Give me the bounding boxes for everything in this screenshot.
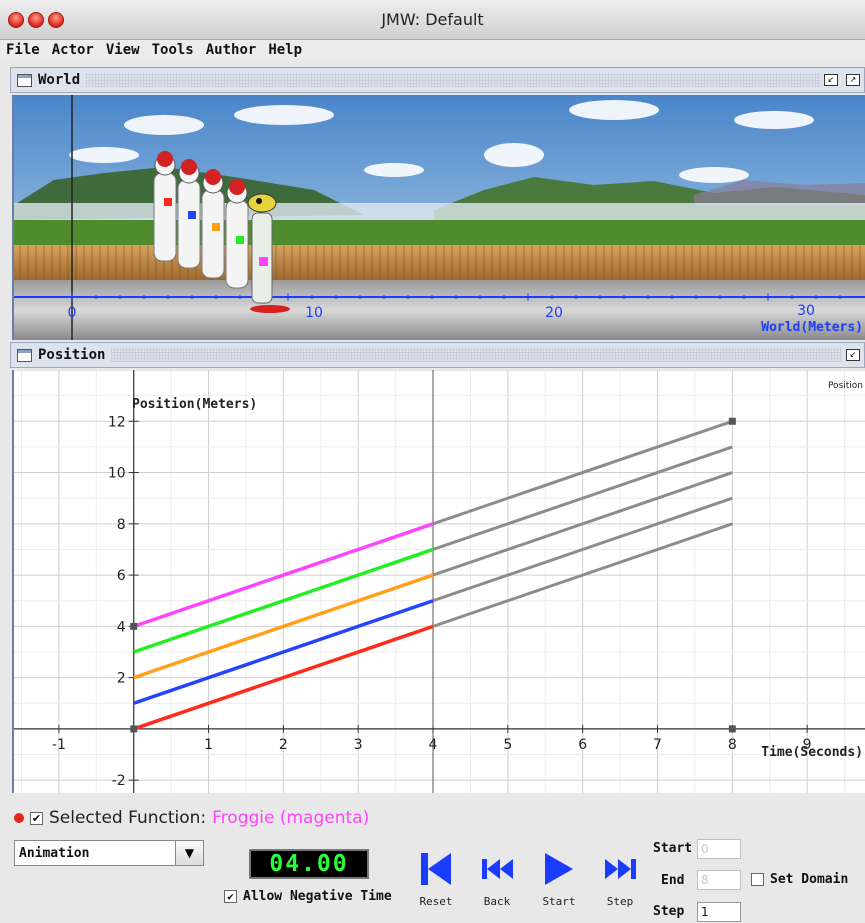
step-button[interactable]: Step — [595, 851, 645, 908]
x-tick-label: 4 — [429, 737, 438, 753]
start-button[interactable]: Start — [534, 851, 584, 908]
legend-position: Position — [828, 381, 863, 391]
reset-icon — [421, 853, 451, 885]
window-title: JMW: Default — [381, 10, 484, 29]
x-tick-label: 7 — [653, 737, 662, 753]
set-domain-checkbox[interactable] — [751, 873, 764, 886]
road — [14, 280, 865, 340]
allow-negative-row: ✔ Allow Negative Time — [224, 889, 392, 904]
world-tick-20: 20 — [545, 305, 563, 321]
chart-grid — [14, 370, 865, 793]
menu-tools[interactable]: Tools — [146, 42, 200, 58]
world-scene: 0 10 20 30 World(Meters) — [14, 95, 865, 340]
position-frame-title: Position — [38, 347, 106, 363]
title-stripes — [111, 348, 842, 362]
menu-author[interactable]: Author — [200, 42, 263, 58]
y-tick-label: 4 — [117, 619, 126, 635]
chart-axes — [14, 370, 865, 793]
world-tick-10: 10 — [305, 305, 323, 321]
y-tick-label: 6 — [117, 568, 126, 584]
x-tick-label: 2 — [279, 737, 288, 753]
allow-negative-checkbox[interactable]: ✔ — [224, 890, 237, 903]
y-tick-label: 10 — [108, 466, 126, 482]
domain-handle — [130, 622, 138, 630]
app-window: JMW: Default File Actor View Tools Autho… — [0, 0, 865, 923]
domain-handle — [728, 417, 736, 425]
fence — [14, 245, 865, 280]
world-tick-30: 30 — [797, 303, 815, 319]
selected-function-row: ✔ Selected Function: Froggie (magenta) — [14, 808, 369, 828]
world-frame-header[interactable]: World ↙ ↗ — [10, 67, 865, 93]
end-field[interactable]: 8 — [697, 870, 741, 890]
y-tick-label: 12 — [108, 414, 126, 430]
minimize-frame-icon[interactable]: ↙ — [824, 74, 838, 86]
domain-handle — [728, 725, 736, 733]
end-field-label: End — [661, 873, 685, 888]
x-tick-label: 8 — [728, 737, 737, 753]
menu-file[interactable]: File — [0, 42, 46, 58]
back-icon — [482, 859, 513, 879]
chevron-down-icon[interactable]: ▼ — [175, 841, 203, 865]
back-button[interactable]: Back — [472, 851, 522, 908]
position-chart: -1 1 2 3 4 5 6 7 8 9-224681012 Position(Meters) T… — [14, 370, 865, 793]
mode-select[interactable]: Animation ▼ — [14, 840, 204, 866]
x-tick-label: 1 — [204, 737, 213, 753]
title-stripes — [86, 73, 820, 87]
position-graph[interactable]: -1 1 2 3 4 5 6 7 8 9 -2 2 4 6 8 10 12 Position(Meters) T… — [12, 370, 865, 793]
set-domain-row: Set Domain — [751, 872, 848, 887]
step-icon — [605, 859, 636, 879]
y-tick-label: 8 — [117, 517, 126, 533]
step-field[interactable]: 1 — [697, 902, 741, 922]
x-tick-label: 6 — [578, 737, 587, 753]
time-display: 04.00 — [249, 849, 369, 879]
actor-clown-red[interactable] — [153, 151, 177, 262]
play-icon — [545, 853, 573, 885]
reset-button[interactable]: Reset — [411, 851, 461, 908]
menu-view[interactable]: View — [100, 42, 146, 58]
start-label: Start — [542, 895, 576, 908]
domain-handle — [130, 725, 138, 733]
start-field[interactable]: 0 — [697, 839, 741, 859]
x-tick-label: 3 — [354, 737, 363, 753]
x-axis-label: Time(Seconds) — [761, 745, 863, 760]
position-frame-header[interactable]: Position ↙ — [10, 342, 865, 368]
world-axis-label: World(Meters) — [761, 320, 863, 335]
actor-clown-orange[interactable] — [201, 169, 225, 279]
selected-function-name: Froggie (magenta) — [212, 808, 370, 828]
mode-select-value: Animation — [19, 845, 90, 861]
y-tick-label: -2 — [112, 773, 126, 789]
menu-bar: File Actor View Tools Author Help — [0, 40, 865, 60]
x-tick-label: 5 — [503, 737, 512, 753]
maximize-frame-icon[interactable]: ↗ — [846, 74, 860, 86]
world-tick-0: 0 — [68, 305, 77, 321]
step-field-label: Step — [653, 904, 685, 919]
actor-clown-blue[interactable] — [177, 159, 201, 269]
frame-icon — [17, 73, 32, 87]
set-domain-label: Set Domain — [770, 872, 849, 887]
menu-actor[interactable]: Actor — [46, 42, 100, 58]
world-view[interactable]: 0 10 20 30 World(Meters) — [12, 95, 865, 340]
status-dot-icon — [14, 813, 24, 823]
menu-help[interactable]: Help — [262, 42, 308, 58]
world-frame-title: World — [38, 72, 81, 88]
step-label: Step — [606, 895, 634, 908]
title-bar: JMW: Default — [0, 0, 865, 40]
start-field-label: Start — [653, 841, 693, 856]
back-label: Back — [483, 895, 511, 908]
allow-negative-label: Allow Negative Time — [243, 889, 392, 904]
selected-function-checkbox[interactable]: ✔ — [30, 811, 43, 825]
y-tick-label: 2 — [117, 671, 126, 687]
y-axis-label: Position(Meters) — [132, 397, 257, 412]
frame-icon — [17, 348, 32, 362]
selected-function-label: Selected Function: — [49, 808, 207, 828]
minimize-frame-icon[interactable]: ↙ — [846, 349, 860, 361]
actor-clown-green[interactable] — [225, 179, 249, 289]
reset-label: Reset — [419, 895, 453, 908]
x-tick-label: -1 — [52, 737, 66, 753]
